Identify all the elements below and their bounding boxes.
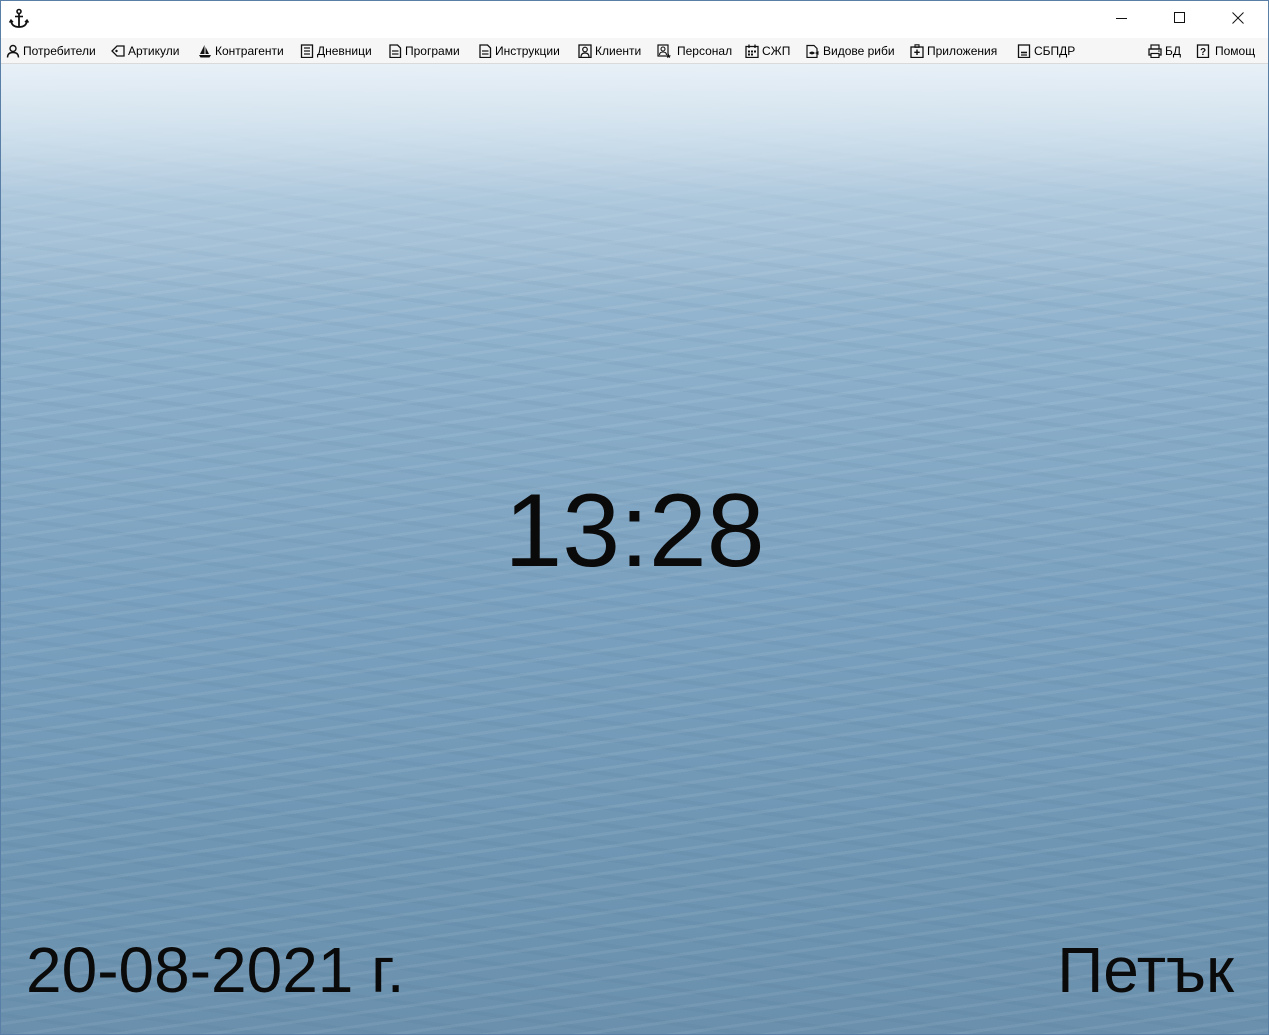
maximize-icon bbox=[1174, 11, 1186, 29]
menu-item-journals[interactable]: Дневници bbox=[299, 38, 372, 63]
menu-item-label: Видове риби bbox=[823, 43, 895, 58]
menu-item-database[interactable]: БД bbox=[1147, 38, 1181, 63]
menu-item-programs[interactable]: Програми bbox=[387, 38, 460, 63]
menu-item-label: Персонал bbox=[677, 43, 733, 58]
database-icon bbox=[1147, 43, 1163, 59]
attachment-icon bbox=[909, 43, 925, 59]
menu-item-clients[interactable]: Клиенти bbox=[577, 38, 641, 63]
clock-display: 13:28 bbox=[504, 473, 765, 589]
close-icon bbox=[1232, 11, 1244, 29]
app-window: Потребители Артикули Контрагенти Дневниц… bbox=[0, 0, 1269, 1035]
weekday-display: Петък bbox=[1057, 934, 1234, 1006]
menu-item-szhp[interactable]: СЖП bbox=[744, 38, 790, 63]
document-icon bbox=[477, 43, 493, 59]
calendar-icon bbox=[744, 43, 760, 59]
menu-item-label: Инструкции bbox=[495, 43, 560, 58]
dashboard-background: 13:28 20-08-2021 г. Петък bbox=[1, 64, 1268, 1034]
close-button[interactable] bbox=[1209, 1, 1267, 38]
menu-item-contractors[interactable]: Контрагенти bbox=[197, 38, 284, 63]
sailboat-icon bbox=[197, 43, 213, 59]
date-display: 20-08-2021 г. bbox=[26, 934, 405, 1006]
menu-item-instructions[interactable]: Инструкции bbox=[477, 38, 560, 63]
menu-bar: Потребители Артикули Контрагенти Дневниц… bbox=[1, 38, 1268, 64]
menu-item-label: СЖП bbox=[762, 43, 791, 58]
menu-item-label: Програми bbox=[405, 43, 460, 58]
menu-item-label: БД bbox=[1165, 43, 1182, 58]
menu-item-label: Приложения bbox=[927, 43, 998, 58]
maximize-button[interactable] bbox=[1151, 1, 1209, 38]
title-bar[interactable] bbox=[1, 1, 1268, 38]
menu-item-label: Артикули bbox=[128, 43, 180, 58]
fish-icon bbox=[805, 43, 821, 59]
menu-item-staff[interactable]: Персонал bbox=[656, 38, 732, 63]
document-icon bbox=[387, 43, 403, 59]
journal-icon bbox=[299, 43, 315, 59]
help-icon: ? bbox=[1195, 43, 1211, 59]
minimize-button[interactable] bbox=[1093, 1, 1151, 38]
menu-item-fish-species[interactable]: Видове риби bbox=[805, 38, 895, 63]
menu-item-label: Дневници bbox=[317, 43, 372, 58]
menu-item-label: Клиенти bbox=[595, 43, 642, 58]
minus-box-icon bbox=[1016, 43, 1032, 59]
svg-text:?: ? bbox=[1200, 47, 1206, 58]
menu-item-sbpdr[interactable]: СБПДР bbox=[1016, 38, 1075, 63]
menu-item-label: Потребители bbox=[23, 43, 96, 58]
portrait-icon bbox=[577, 43, 593, 59]
menu-item-label: Помощ bbox=[1215, 43, 1256, 58]
menu-item-users[interactable]: Потребители bbox=[5, 38, 96, 63]
menu-item-attachments[interactable]: Приложения bbox=[909, 38, 997, 63]
anchor-icon[interactable] bbox=[7, 7, 31, 31]
staff-icon bbox=[656, 43, 672, 59]
menu-item-label: Контрагенти bbox=[215, 43, 284, 58]
user-icon bbox=[5, 43, 21, 59]
menu-item-articles[interactable]: Артикули bbox=[110, 38, 179, 63]
menu-item-label: СБПДР bbox=[1034, 43, 1076, 58]
minimize-icon bbox=[1116, 11, 1128, 29]
menu-item-help[interactable]: ? Помощ bbox=[1195, 38, 1255, 63]
tag-icon bbox=[110, 43, 126, 59]
